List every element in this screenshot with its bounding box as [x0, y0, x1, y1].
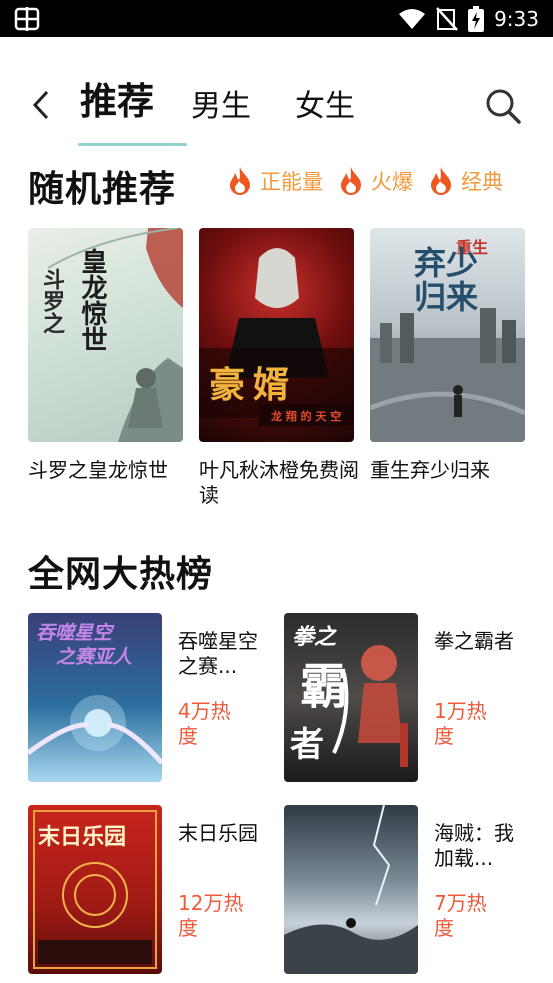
book-cover: 末日乐园	[28, 805, 162, 974]
flame-icon	[431, 167, 451, 195]
tab-female[interactable]: 女生	[295, 81, 355, 125]
app-badge-icon	[14, 7, 40, 31]
tag-hot[interactable]: 火爆	[339, 166, 413, 196]
rec-book-card[interactable]: 斗罗之 皇龙惊世 斗罗之皇龙惊世	[28, 228, 183, 483]
hot-book-card[interactable]: 拳之 霸 者 拳之霸者 1万热度	[284, 613, 534, 785]
tag-classic[interactable]: 经典	[429, 166, 503, 196]
search-button[interactable]	[484, 87, 522, 125]
cover-art	[284, 805, 418, 974]
book-cover: 吞噬星空 之赛亚人	[28, 613, 162, 782]
battery-charging-icon	[468, 5, 485, 32]
back-button[interactable]	[26, 87, 56, 123]
book-cover	[284, 805, 418, 974]
tag-label: 正能量	[260, 170, 323, 194]
status-time: 9:33	[494, 6, 539, 31]
tag-positive[interactable]: 正能量	[228, 166, 323, 196]
book-title: 叶凡秋沐橙免费阅读	[199, 458, 359, 507]
chevron-left-icon	[32, 90, 49, 120]
tag-label: 经典	[461, 170, 503, 194]
hot-section-title: 全网大热榜	[28, 554, 214, 595]
wifi-icon	[399, 8, 426, 29]
flame-icon	[341, 167, 361, 195]
book-title: 拳之霸者	[434, 629, 514, 653]
book-cover: 豪婿 龙 翔 的 天 空	[199, 228, 354, 442]
random-section-title: 随机推荐	[28, 169, 177, 210]
tag-list: 正能量 火爆 经典	[228, 164, 519, 198]
flame-icon	[230, 167, 250, 195]
book-title: 末日乐园	[178, 821, 258, 845]
signal-off-icon	[436, 6, 459, 31]
book-heat: 7万热度	[434, 891, 487, 940]
book-title: 吞噬星空之赛...	[178, 629, 258, 678]
tab-recommend[interactable]: 推荐	[80, 71, 154, 125]
tag-label: 火爆	[371, 170, 413, 194]
book-cover: 拳之 霸 者	[284, 613, 418, 782]
book-title: 海贼：我加载...	[434, 821, 514, 870]
book-title: 斗罗之皇龙惊世	[28, 458, 168, 482]
book-heat: 4万热度	[178, 699, 231, 748]
hot-book-card[interactable]: 海贼：我加载... 7万热度	[284, 805, 534, 977]
hot-book-card[interactable]: 吞噬星空 之赛亚人 吞噬星空之赛... 4万热度	[28, 613, 278, 785]
hot-book-card[interactable]: 末日乐园 末日乐园 12万热度	[28, 805, 278, 977]
book-heat: 1万热度	[434, 699, 487, 748]
tab-male[interactable]: 男生	[191, 81, 251, 125]
tab-active-indicator	[78, 143, 187, 146]
book-cover: 斗罗之 皇龙惊世	[28, 228, 183, 442]
book-heat: 12万热度	[178, 891, 244, 940]
top-nav: 推荐 男生 女生	[0, 37, 553, 150]
book-cover: 重生 弃少 归来	[370, 228, 525, 442]
rec-book-card[interactable]: 豪婿 龙 翔 的 天 空 叶凡秋沐橙免费阅读	[199, 228, 359, 508]
rec-book-card[interactable]: 重生 弃少 归来 重生弃少归来	[370, 228, 525, 483]
status-bar: 9:33	[0, 0, 553, 37]
search-icon	[486, 89, 521, 124]
book-title: 重生弃少归来	[370, 458, 490, 482]
